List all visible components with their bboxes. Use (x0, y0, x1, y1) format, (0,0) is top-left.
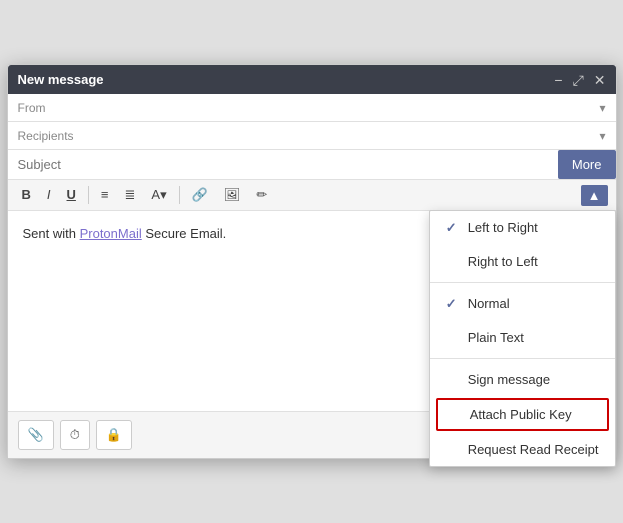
menu-item-normal[interactable]: Normal (430, 287, 615, 321)
menu-item-attach-public-key[interactable]: Attach Public Key (436, 398, 609, 431)
minimize-button[interactable]: − (554, 73, 562, 87)
dropdown-menu: Left to Right Right to Left Normal Plain… (429, 210, 616, 467)
toolbar-separator-2 (179, 186, 180, 204)
clear-format-button[interactable]: ✏ (250, 184, 273, 206)
left-to-right-label: Left to Right (468, 220, 538, 235)
image-button[interactable]: 🖼 (218, 184, 247, 206)
request-read-receipt-label: Request Read Receipt (468, 442, 599, 457)
sign-message-label: Sign message (468, 372, 550, 387)
dropdown-divider-1 (430, 282, 615, 283)
toolbar: B I U ≡ ≣ A▾ 🔗 🖼 ✏ ▲ Left to Right Right… (8, 180, 616, 211)
subject-container: More (8, 150, 616, 180)
from-chevron-icon: ▾ (599, 101, 605, 115)
from-row: From ▾ (8, 94, 616, 122)
recipients-label: Recipients (18, 129, 78, 143)
recipients-chevron-icon: ▾ (599, 129, 605, 143)
body-text-after-link: Secure Email. (142, 226, 227, 241)
close-button[interactable]: ✕ (594, 73, 606, 87)
attach-button[interactable]: 📎 (18, 420, 54, 450)
expiration-button[interactable]: ⏱ (60, 420, 90, 450)
menu-item-request-read-receipt[interactable]: Request Read Receipt (430, 433, 615, 466)
recipients-row: Recipients ▾ (8, 122, 616, 150)
protonmail-link[interactable]: ProtonMail (80, 226, 142, 241)
encrypt-button[interactable]: 🔒 (96, 420, 132, 450)
window-title: New message (18, 72, 104, 87)
compose-window: New message − ⤢ ✕ From ▾ Recipients ▾ Mo… (7, 64, 617, 459)
more-button[interactable]: More (558, 150, 616, 179)
ordered-list-button[interactable]: ≣ (119, 184, 142, 206)
collapse-toolbar-button[interactable]: ▲ (581, 185, 608, 206)
menu-item-plain-text[interactable]: Plain Text (430, 321, 615, 354)
from-input[interactable] (78, 100, 600, 115)
window-controls: − ⤢ ✕ (554, 73, 605, 87)
right-to-left-label: Right to Left (468, 254, 538, 269)
body-text-before-link: Sent with (23, 226, 80, 241)
from-label: From (18, 101, 78, 115)
lock-icon: 🔒 (106, 427, 122, 443)
plain-text-label: Plain Text (468, 330, 524, 345)
normal-label: Normal (468, 296, 510, 311)
font-color-button[interactable]: A▾ (145, 184, 172, 206)
attach-public-key-label: Attach Public Key (470, 407, 572, 422)
underline-button[interactable]: U (61, 184, 82, 206)
unordered-list-button[interactable]: ≡ (95, 184, 115, 206)
title-bar: New message − ⤢ ✕ (8, 65, 616, 94)
attach-icon: 📎 (28, 427, 44, 443)
bold-button[interactable]: B (16, 184, 37, 206)
timer-icon: ⏱ (70, 427, 80, 443)
menu-item-sign-message[interactable]: Sign message (430, 363, 615, 396)
subject-input[interactable] (8, 150, 616, 179)
link-button[interactable]: 🔗 (186, 184, 214, 206)
menu-item-left-to-right[interactable]: Left to Right (430, 211, 615, 245)
menu-item-right-to-left[interactable]: Right to Left (430, 245, 615, 278)
italic-button[interactable]: I (41, 184, 57, 206)
recipients-input[interactable] (78, 128, 600, 143)
expand-button[interactable]: ⤢ (573, 73, 584, 87)
dropdown-divider-2 (430, 358, 615, 359)
toolbar-separator-1 (88, 186, 89, 204)
